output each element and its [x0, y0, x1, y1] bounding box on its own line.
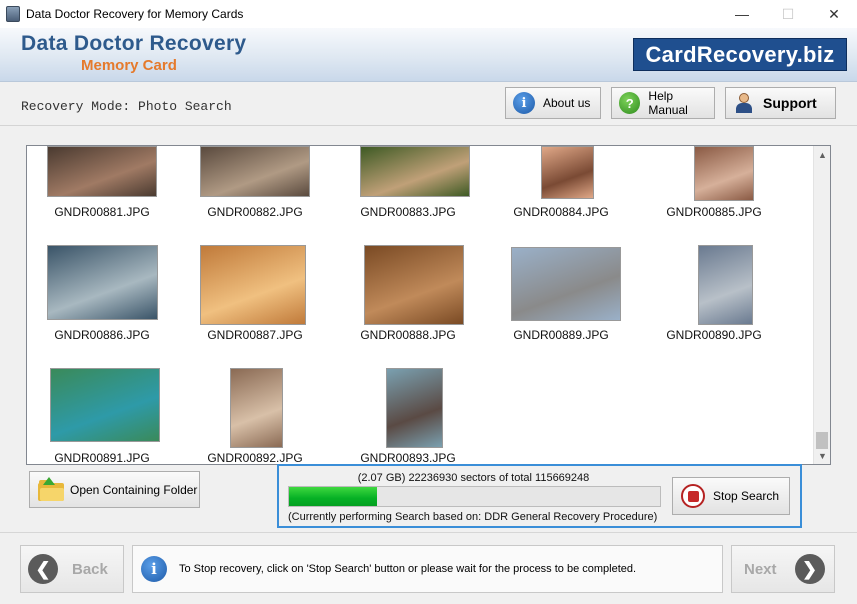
photo-image[interactable] — [47, 245, 158, 320]
stop-search-button[interactable]: Stop Search — [672, 477, 790, 515]
scroll-down-icon[interactable]: ▼ — [814, 447, 830, 464]
back-arrow-icon: ❮ — [28, 554, 58, 584]
next-label: Next — [744, 560, 777, 578]
support-person-icon — [733, 92, 755, 114]
help-icon: ? — [619, 92, 641, 114]
hint-text: To Stop recovery, click on 'Stop Search'… — [179, 563, 637, 575]
photo-image[interactable] — [47, 146, 157, 197]
photo-image[interactable] — [698, 245, 753, 325]
photo-image[interactable] — [386, 368, 443, 448]
support-button[interactable]: Support — [725, 87, 836, 119]
brand-title: Data Doctor Recovery — [21, 32, 247, 55]
next-button[interactable]: Next ❯ — [731, 545, 835, 593]
back-button[interactable]: ❮ Back — [20, 545, 124, 593]
recovery-mode-label: Recovery Mode: Photo Search — [21, 99, 232, 114]
brand-subtitle: Memory Card — [81, 57, 177, 74]
help-manual-button[interactable]: ? Help Manual — [611, 87, 715, 119]
photo-filename: GNDR00884.JPG — [513, 205, 609, 219]
gallery-scrollbar[interactable]: ▲ ▼ — [813, 146, 830, 464]
photo-filename: GNDR00889.JPG — [513, 328, 609, 342]
info-icon: i — [513, 92, 535, 114]
close-icon[interactable]: ✕ — [811, 0, 857, 28]
progress-bar — [288, 486, 661, 507]
search-procedure-caption: (Currently performing Search based on: D… — [288, 511, 658, 523]
about-us-label: About us — [543, 96, 591, 110]
photo-gallery[interactable]: ▲ ▼ GNDR00881.JPG GNDR00882.JPG GNDR00883.… — [26, 145, 831, 465]
sector-progress-text: (2.07 GB) 22236930 sectors of total 1156… — [357, 472, 590, 484]
photo-filename: GNDR00881.JPG — [54, 205, 150, 219]
photo-image[interactable] — [360, 146, 470, 197]
progress-bar-fill — [289, 487, 377, 506]
window-title: Data Doctor Recovery for Memory Cards — [26, 7, 244, 21]
photo-image[interactable] — [511, 247, 621, 321]
photo-filename: GNDR00892.JPG — [207, 451, 303, 465]
photo-filename: GNDR00887.JPG — [207, 328, 303, 342]
help-manual-label: Help Manual — [648, 89, 688, 117]
photo-filename: GNDR00888.JPG — [360, 328, 456, 342]
stop-icon — [681, 484, 705, 508]
photo-filename: GNDR00885.JPG — [666, 205, 762, 219]
minimize-icon[interactable]: — — [719, 0, 765, 28]
stop-search-label: Stop Search — [713, 489, 780, 503]
photo-filename: GNDR00883.JPG — [360, 205, 456, 219]
title-bar: Data Doctor Recovery for Memory Cards — … — [0, 0, 857, 28]
header-banner: Data Doctor Recovery Memory Card CardRec… — [0, 28, 857, 82]
scroll-up-icon[interactable]: ▲ — [814, 146, 830, 163]
photo-filename: GNDR00890.JPG — [666, 328, 762, 342]
open-folder-label: Open Containing Folder — [70, 482, 198, 497]
about-us-button[interactable]: i About us — [505, 87, 601, 119]
photo-image[interactable] — [230, 368, 283, 448]
photo-image[interactable] — [50, 368, 160, 442]
mode-bar: Recovery Mode: Photo Search i About us ?… — [0, 82, 857, 126]
photo-filename: GNDR00882.JPG — [207, 205, 303, 219]
photo-image[interactable] — [200, 146, 310, 197]
back-label: Back — [72, 560, 108, 578]
photo-image[interactable] — [200, 245, 306, 325]
footer-bar: ❮ Back i To Stop recovery, click on 'Sto… — [0, 532, 857, 604]
info-icon: i — [141, 556, 167, 582]
support-label: Support — [763, 95, 817, 111]
photo-image[interactable] — [364, 245, 464, 325]
folder-icon — [38, 476, 64, 501]
next-arrow-icon: ❯ — [794, 554, 825, 584]
photo-filename: GNDR00893.JPG — [360, 451, 456, 465]
maximize-icon[interactable]: ☐ — [765, 0, 811, 28]
photo-image[interactable] — [541, 146, 594, 199]
app-icon — [6, 6, 20, 22]
search-progress-panel: (2.07 GB) 22236930 sectors of total 1156… — [277, 464, 802, 528]
cardrecovery-logo: CardRecovery.biz — [633, 38, 847, 71]
status-hint: i To Stop recovery, click on 'Stop Searc… — [132, 545, 723, 593]
open-containing-folder-button[interactable]: Open Containing Folder — [29, 471, 200, 508]
photo-filename: GNDR00891.JPG — [54, 451, 150, 465]
photo-image[interactable] — [694, 146, 754, 201]
photo-filename: GNDR00886.JPG — [54, 328, 150, 342]
